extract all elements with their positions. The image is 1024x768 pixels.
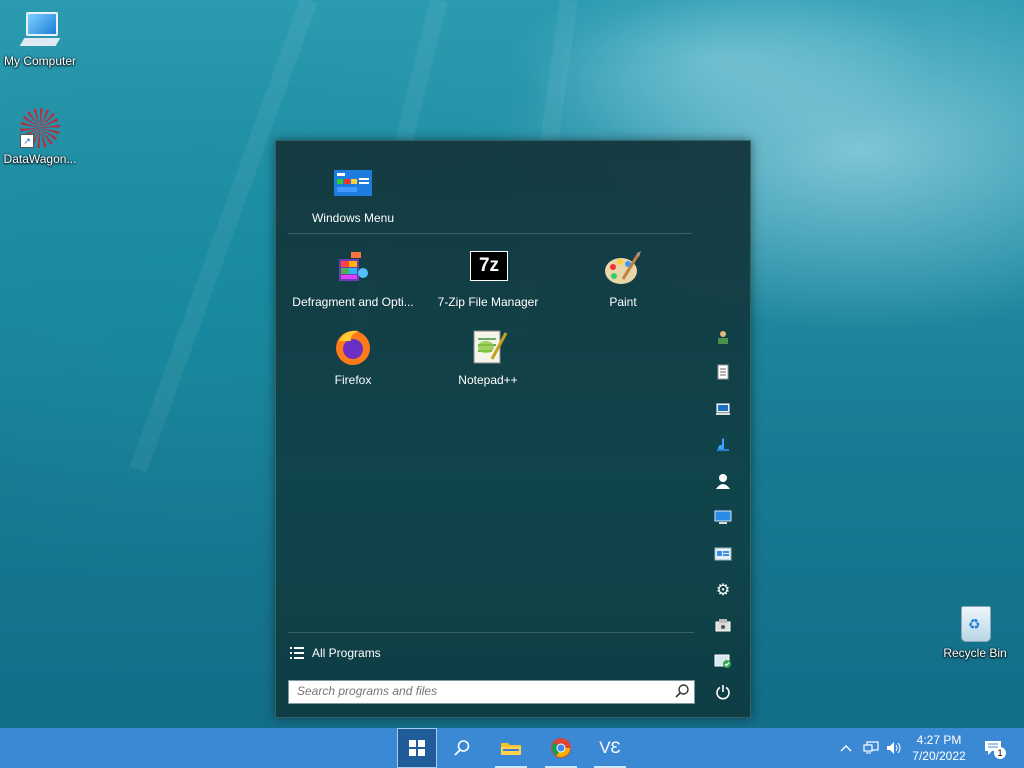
search-icon[interactable] [674,683,690,699]
chrome-icon [551,738,571,758]
tile-label: Defragment and Opti... [292,295,414,309]
firefox-icon [333,327,373,367]
desktop-icon-datawagon[interactable]: ↗ DataWagon... [0,108,80,166]
computer-icon[interactable] [709,395,737,423]
paint-palette-icon [603,249,643,289]
network-tray-icon[interactable] [860,728,882,768]
tile-label: Notepad++ [458,373,518,387]
chrome-button[interactable] [541,728,581,768]
notepadpp-icon [468,327,508,367]
ve-app-label: VƐ [599,738,621,757]
recycle-bin-icon: ♻ [955,600,995,644]
list-icon [290,647,304,659]
defragment-icon [333,249,373,289]
settings-icon[interactable]: ⚙ [709,576,737,604]
7zip-glyph: 7z [478,255,500,276]
user-folder-icon[interactable] [709,323,737,351]
tile-paint[interactable]: Paint [558,249,688,309]
documents-icon[interactable] [709,358,737,386]
show-hidden-icons-button[interactable] [838,728,854,768]
windows-logo-icon [409,740,425,756]
devices-icon[interactable] [709,612,737,640]
notification-badge: 1 [994,747,1006,759]
tile-label: 7-Zip File Manager [437,295,539,309]
7zip-icon: 7z [468,249,508,289]
clock-time: 4:27 PM [916,733,962,747]
divider [288,233,692,234]
search-input[interactable] [289,681,667,701]
search-button[interactable] [442,728,482,768]
datawagon-icon: ↗ [20,108,60,148]
start-button[interactable] [397,728,437,768]
all-programs-label: All Programs [312,646,381,660]
tile-label: Firefox [334,373,372,387]
computer-icon [19,10,61,50]
search-icon [454,740,470,756]
clock-date: 7/20/2022 [912,749,966,763]
power-icon[interactable] [709,678,737,706]
tile-7zip[interactable]: 7z 7-Zip File Manager [423,249,553,309]
notification-center-button[interactable]: 1 [980,728,1006,768]
tile-label: Windows Menu [311,211,395,225]
clock[interactable]: 4:27 PM 7/20/2022 [904,728,974,768]
tile-notepadpp[interactable]: Notepad++ [423,327,553,387]
folder-icon [501,743,521,755]
tile-firefox[interactable]: Firefox [288,327,418,387]
chevron-up-icon [840,745,852,752]
taskbar: VƐ 4:27 PM 7/20/2022 1 [0,728,1024,768]
volume-icon[interactable] [884,728,906,768]
desktop-icon-my-computer[interactable]: My Computer [0,10,80,68]
desktop-icon-label: My Computer [3,54,77,68]
search-box[interactable] [288,680,695,704]
divider [288,632,694,633]
music-icon[interactable] [709,430,737,458]
file-explorer-button[interactable] [491,728,531,768]
tile-windows-menu[interactable]: Windows Menu [288,165,418,225]
user-icon[interactable] [709,467,737,495]
security-icon[interactable] [709,647,737,675]
network-icon[interactable] [709,503,737,531]
desktop-icon-recycle-bin[interactable]: ♻ Recycle Bin [935,600,1015,660]
control-panel-icon[interactable] [709,540,737,568]
tile-label: Paint [609,295,637,309]
tile-defragment[interactable]: Defragment and Opti... [288,249,418,309]
ve-app-button[interactable]: VƐ [590,728,630,768]
windows-menu-icon [333,165,373,205]
desktop-icon-label: DataWagon... [3,152,77,166]
start-menu: Windows Menu Defragment and Opti... 7z 7… [275,140,751,718]
all-programs-button[interactable]: All Programs [290,641,381,665]
desktop-icon-label: Recycle Bin [943,646,1007,660]
